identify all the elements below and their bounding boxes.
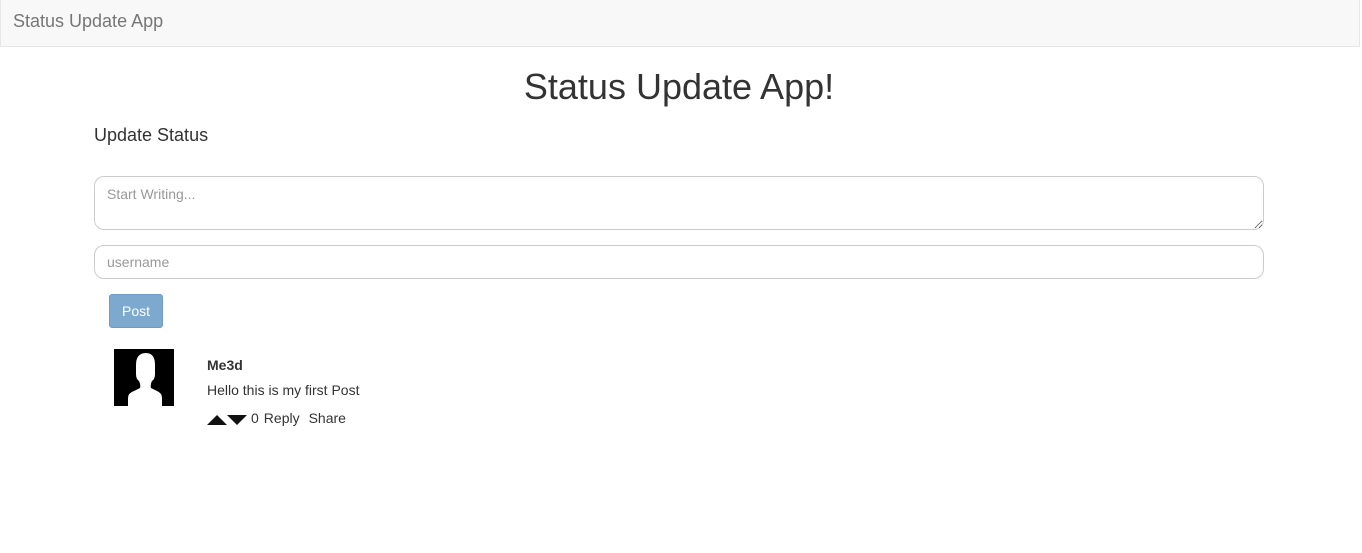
user-silhouette-icon xyxy=(114,349,174,406)
triangle-up-icon[interactable] xyxy=(207,409,227,427)
page-title: Status Update App! xyxy=(523,66,835,107)
vote-count: 0 xyxy=(251,410,259,426)
navbar-brand-link[interactable]: Status Update App xyxy=(13,11,163,32)
update-status-heading: Update Status xyxy=(94,125,209,145)
triangle-down-icon[interactable] xyxy=(227,409,247,427)
reply-link[interactable]: Reply xyxy=(264,410,300,426)
post-author: Me3d xyxy=(207,357,243,373)
username-input[interactable] xyxy=(94,245,1264,279)
navbar: Status Update App xyxy=(0,0,1360,47)
post-body: Hello this is my first Post xyxy=(207,382,360,398)
post-button[interactable]: Post xyxy=(109,294,163,328)
post-actions: 0 Reply Share xyxy=(207,409,346,427)
share-link[interactable]: Share xyxy=(309,410,346,426)
status-textarea[interactable] xyxy=(94,176,1264,230)
